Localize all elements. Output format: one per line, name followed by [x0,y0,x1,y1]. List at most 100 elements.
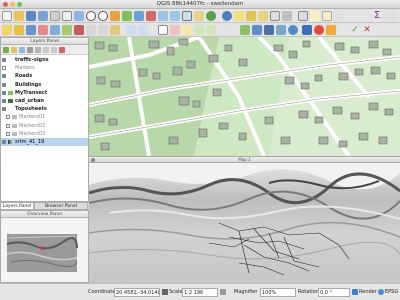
scale-field[interactable]: 1:2 196 [182,288,218,297]
pin-labels-icon[interactable] [170,25,180,35]
add-feature-icon[interactable] [38,25,48,35]
magnifier-field[interactable]: 100% [260,288,296,297]
cut-features-icon[interactable] [86,25,96,35]
layer-visibility-checkbox[interactable] [6,115,10,120]
filter-legend-icon[interactable] [27,47,33,53]
node-tool-icon[interactable] [62,25,72,35]
layer-item[interactable]: Roads [1,72,88,80]
rotation-field[interactable]: 0,0 ° [318,288,350,297]
zoom-out-icon[interactable] [98,11,108,21]
delete-selected-icon[interactable] [74,25,84,35]
open-layer-styling-icon[interactable] [3,47,9,53]
collapse-all-icon[interactable] [51,47,57,53]
copy-features-icon[interactable] [98,25,108,35]
measure-icon[interactable] [298,11,308,21]
lock-scale-icon[interactable] [220,289,226,295]
add-group-icon[interactable] [11,47,17,53]
bookmark-icon[interactable] [194,11,204,21]
undo-icon[interactable] [126,25,136,35]
sum-statistics-icon[interactable]: Σ [372,11,382,21]
toolbar-overflow-icon[interactable] [386,11,396,21]
redo-icon[interactable] [138,25,148,35]
add-wms-icon[interactable] [288,25,298,35]
close-map-view-icon[interactable] [91,158,95,162]
tab-layers-panel[interactable]: Layers Panel [0,202,34,210]
identify-icon[interactable] [222,11,232,21]
remove-layer-icon[interactable] [59,47,65,53]
rotate-label-icon[interactable] [206,25,216,35]
select-features-icon[interactable] [234,11,244,21]
select-by-expression-icon[interactable] [246,11,256,21]
python-console-icon[interactable] [302,25,312,35]
close-tool-icon[interactable]: ✕ [362,25,372,35]
overview-map[interactable] [1,218,88,282]
new-map-view-icon[interactable] [182,11,192,21]
plugin-icon[interactable] [314,25,324,35]
new-project-icon[interactable] [2,11,12,21]
toggle-editing-icon[interactable] [14,25,24,35]
pan-to-selection-icon[interactable] [74,11,84,21]
open-project-icon[interactable] [14,11,24,21]
crs-label[interactable]: EPSG [385,289,398,295]
layer-item[interactable]: Markers01 [1,113,88,121]
layer-visibility-checkbox[interactable] [2,107,6,112]
layer-item[interactable]: Markers [1,64,88,72]
zoom-last-icon[interactable] [158,11,168,21]
coordinate-field[interactable]: 20.4581,-34.0148 [114,288,160,297]
add-raster-layer-icon[interactable] [252,25,262,35]
hillshade-map-view[interactable] [89,163,400,283]
pan-hand-icon[interactable] [62,11,72,21]
zoom-native-icon[interactable] [110,11,120,21]
tab-browser-panel[interactable]: Browser Panel [34,202,88,210]
layer-item[interactable]: Markers02 [1,122,88,130]
layer-visibility-checkbox[interactable] [2,66,6,71]
layer-visibility-checkbox[interactable] [2,90,6,95]
expand-all-icon[interactable] [43,47,49,53]
layer-item[interactable]: cad_urban [1,97,88,105]
attribute-table-icon[interactable] [270,11,280,21]
add-vector-layer-icon[interactable] [240,25,250,35]
change-label-icon[interactable] [218,25,228,35]
layer-item[interactable]: srtm_41_19 [1,137,88,147]
filter-by-expression-icon[interactable] [35,47,41,53]
layer-visibility-checkbox[interactable] [2,139,6,144]
text-annotation-icon[interactable] [334,11,344,21]
map-tips-icon[interactable] [310,11,320,21]
field-calculator-icon[interactable] [282,11,292,21]
save-edits-icon[interactable] [26,25,36,35]
layer-visibility-checkbox[interactable] [2,98,6,103]
render-checkbox[interactable] [352,289,358,295]
move-feature-icon[interactable] [50,25,60,35]
zoom-next-icon[interactable] [170,11,180,21]
zoom-in-icon[interactable] [86,11,96,21]
show-hide-labels-icon[interactable] [182,25,192,35]
layer-visibility-checkbox[interactable] [2,82,6,87]
layer-item[interactable]: Toposheets [1,105,88,113]
crs-globe-icon[interactable] [378,289,384,295]
layer-item[interactable]: traffic-signs [1,56,88,64]
save-project-icon[interactable] [26,11,36,21]
move-label-icon[interactable] [194,25,204,35]
layer-visibility-checkbox[interactable] [6,123,10,128]
layer-visibility-checkbox[interactable] [2,74,6,79]
label-tool-icon[interactable] [158,25,168,35]
check-geometry-icon[interactable]: ✓ [350,25,360,35]
zoom-to-selection-icon[interactable] [134,11,144,21]
main-map-canvas[interactable] [89,37,400,156]
add-spatialite-icon[interactable] [276,25,286,35]
refresh-icon[interactable] [206,11,216,21]
layer-item[interactable]: Markers03 [1,130,88,138]
zoom-to-layer-icon[interactable] [146,11,156,21]
layer-visibility-checkbox[interactable] [2,58,6,62]
paste-features-icon[interactable] [110,25,120,35]
add-postgis-icon[interactable] [264,25,274,35]
layer-item[interactable]: Buildings [1,81,88,89]
save-as-icon[interactable] [38,11,48,21]
layer-visibility-checkbox[interactable] [6,131,10,136]
annotation-icon[interactable] [322,11,332,21]
layer-item[interactable]: MyTransect [1,89,88,97]
plugin-manager-icon[interactable] [326,25,336,35]
digitize-line-icon[interactable] [338,25,348,35]
current-edits-icon[interactable] [2,25,12,35]
print-composer-icon[interactable] [50,11,60,21]
